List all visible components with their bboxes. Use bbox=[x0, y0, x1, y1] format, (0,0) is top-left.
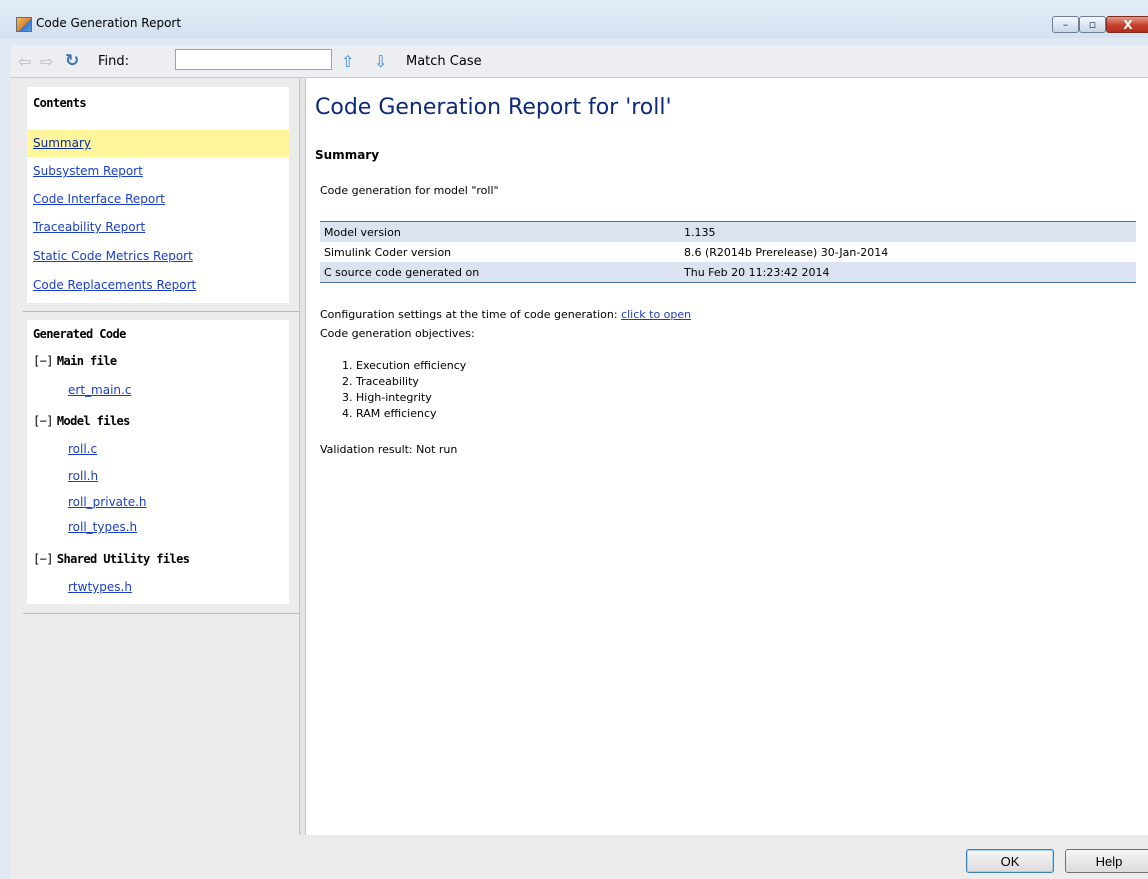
config-text: Configuration settings at the time of co… bbox=[320, 308, 622, 321]
refresh-icon[interactable]: ↻ bbox=[65, 51, 79, 71]
window-title: Code Generation Report bbox=[36, 16, 182, 30]
match-case-toggle[interactable]: Match Case bbox=[406, 51, 482, 71]
find-label: Find: bbox=[98, 53, 130, 69]
report-content: Code Generation Report for 'roll' Summar… bbox=[306, 78, 1148, 835]
table-cell-label: Simulink Coder version bbox=[324, 245, 452, 259]
table-cell-label: C source code generated on bbox=[320, 262, 680, 283]
table-row: Simulink Coder version 8.6 (R2014b Prere… bbox=[320, 242, 1136, 262]
title-bar: Code Generation Report – ▫ X bbox=[0, 0, 1148, 38]
app-icon bbox=[16, 17, 32, 32]
help-button[interactable]: Help bbox=[1065, 849, 1148, 873]
page-title: Code Generation Report for 'roll' bbox=[315, 95, 672, 120]
section-heading: Summary bbox=[315, 148, 380, 162]
table-row: Model version 1.135 bbox=[320, 221, 1136, 242]
forward-arrow-icon[interactable]: ⇨ bbox=[40, 51, 53, 71]
collapse-toggle-icon[interactable]: [−] bbox=[33, 552, 53, 566]
objectives-label: Code generation objectives: bbox=[320, 327, 475, 340]
toolbar: ⇦ ⇨ ↻ Find: ⇧ ⇩ Match Case bbox=[10, 45, 1148, 78]
back-arrow-icon[interactable]: ⇦ bbox=[18, 51, 31, 71]
generated-code-box: Generated Code [−] Main file ert_main.c [… bbox=[27, 320, 289, 604]
toc-traceability-report-link[interactable]: Traceability Report bbox=[27, 214, 289, 241]
group-main-file[interactable]: [−] Main file bbox=[33, 354, 117, 368]
file-link-rtwtypes-h[interactable]: rtwtypes.h bbox=[68, 580, 132, 594]
file-link-ert-main-c[interactable]: ert_main.c bbox=[68, 383, 131, 397]
find-input[interactable] bbox=[175, 49, 332, 70]
list-item: High-integrity bbox=[356, 390, 466, 406]
file-link-roll-h[interactable]: roll.h bbox=[68, 469, 98, 483]
minimize-button[interactable]: – bbox=[1052, 16, 1079, 33]
objectives-list: Execution efficiency Traceability High-i… bbox=[320, 358, 466, 422]
group-name: Shared Utility files bbox=[56, 552, 190, 566]
group-shared-utility-files[interactable]: [−] Shared Utility files bbox=[33, 552, 190, 566]
group-name: Main file bbox=[56, 354, 117, 368]
ok-button[interactable]: OK bbox=[966, 849, 1054, 873]
list-item: Execution efficiency bbox=[356, 358, 466, 374]
toc-subsystem-report-link[interactable]: Subsystem Report bbox=[27, 158, 289, 185]
toc-code-replacements-report-link[interactable]: Code Replacements Report bbox=[27, 272, 289, 299]
config-settings-line: Configuration settings at the time of co… bbox=[320, 308, 691, 321]
collapse-toggle-icon[interactable]: [−] bbox=[33, 354, 53, 368]
dialog-button-bar: OK Help bbox=[10, 835, 1148, 879]
group-model-files[interactable]: [−] Model files bbox=[33, 414, 130, 428]
toc-code-interface-report-link[interactable]: Code Interface Report bbox=[27, 186, 289, 213]
list-item: RAM efficiency bbox=[356, 406, 466, 422]
find-next-icon[interactable]: ⇩ bbox=[374, 51, 387, 71]
intro-text: Code generation for model "roll" bbox=[320, 184, 499, 197]
collapse-toggle-icon[interactable]: [−] bbox=[33, 414, 53, 428]
divider bbox=[23, 311, 299, 312]
file-link-roll-private-h[interactable]: roll_private.h bbox=[68, 495, 147, 509]
table-cell-value: 8.6 (R2014b Prerelease) 30-Jan-2014 bbox=[684, 245, 889, 259]
navigation-pane: Contents Summary Subsystem Report Code I… bbox=[10, 78, 299, 835]
file-link-roll-c[interactable]: roll.c bbox=[68, 442, 97, 456]
divider bbox=[23, 613, 299, 614]
group-name: Model files bbox=[56, 414, 130, 428]
toc-summary-link[interactable]: Summary bbox=[27, 130, 289, 157]
summary-table: Model version 1.135 Simulink Coder versi… bbox=[320, 221, 1136, 283]
table-cell-value: 1.135 bbox=[680, 221, 1136, 242]
maximize-button[interactable]: ▫ bbox=[1079, 16, 1106, 33]
contents-box: Contents Summary Subsystem Report Code I… bbox=[27, 87, 289, 303]
table-cell-value: Thu Feb 20 11:23:42 2014 bbox=[680, 262, 1136, 283]
click-to-open-link[interactable]: click to open bbox=[621, 308, 691, 321]
table-cell-label: Model version bbox=[320, 221, 680, 242]
list-item: Traceability bbox=[356, 374, 466, 390]
close-button[interactable]: X bbox=[1106, 16, 1148, 33]
find-previous-icon[interactable]: ⇧ bbox=[341, 51, 354, 71]
pane-splitter[interactable] bbox=[299, 78, 306, 835]
table-row: C source code generated on Thu Feb 20 11… bbox=[320, 262, 1136, 283]
file-link-roll-types-h[interactable]: roll_types.h bbox=[68, 520, 137, 534]
toc-static-code-metrics-report-link[interactable]: Static Code Metrics Report bbox=[27, 243, 289, 270]
validation-result: Validation result: Not run bbox=[320, 443, 458, 456]
contents-heading: Contents bbox=[33, 96, 87, 110]
generated-code-heading: Generated Code bbox=[33, 327, 126, 341]
